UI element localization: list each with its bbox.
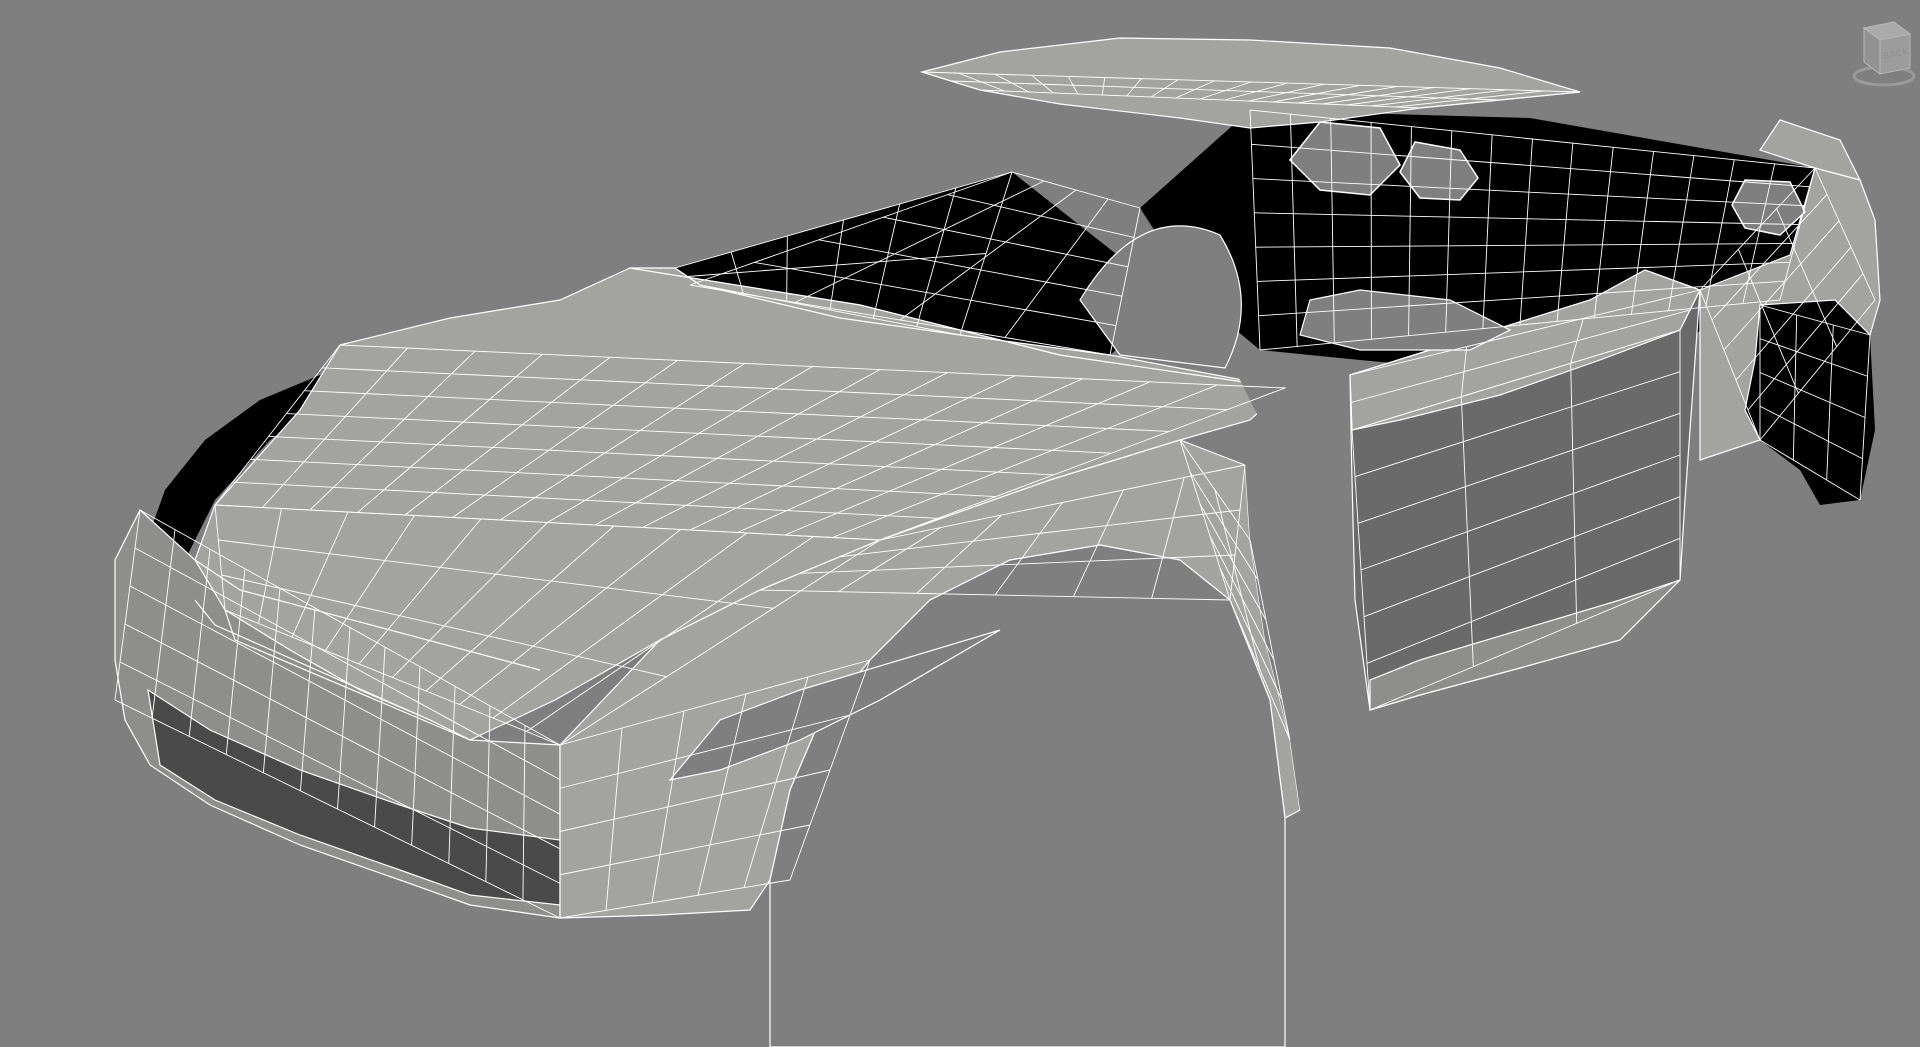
3d-viewport[interactable]: BACK [0,0,1920,1047]
car-body-wireframe-icon[interactable] [0,0,1920,1047]
view-cube-icon[interactable]: BACK [1850,12,1918,90]
view-cube[interactable]: BACK [1850,12,1918,90]
